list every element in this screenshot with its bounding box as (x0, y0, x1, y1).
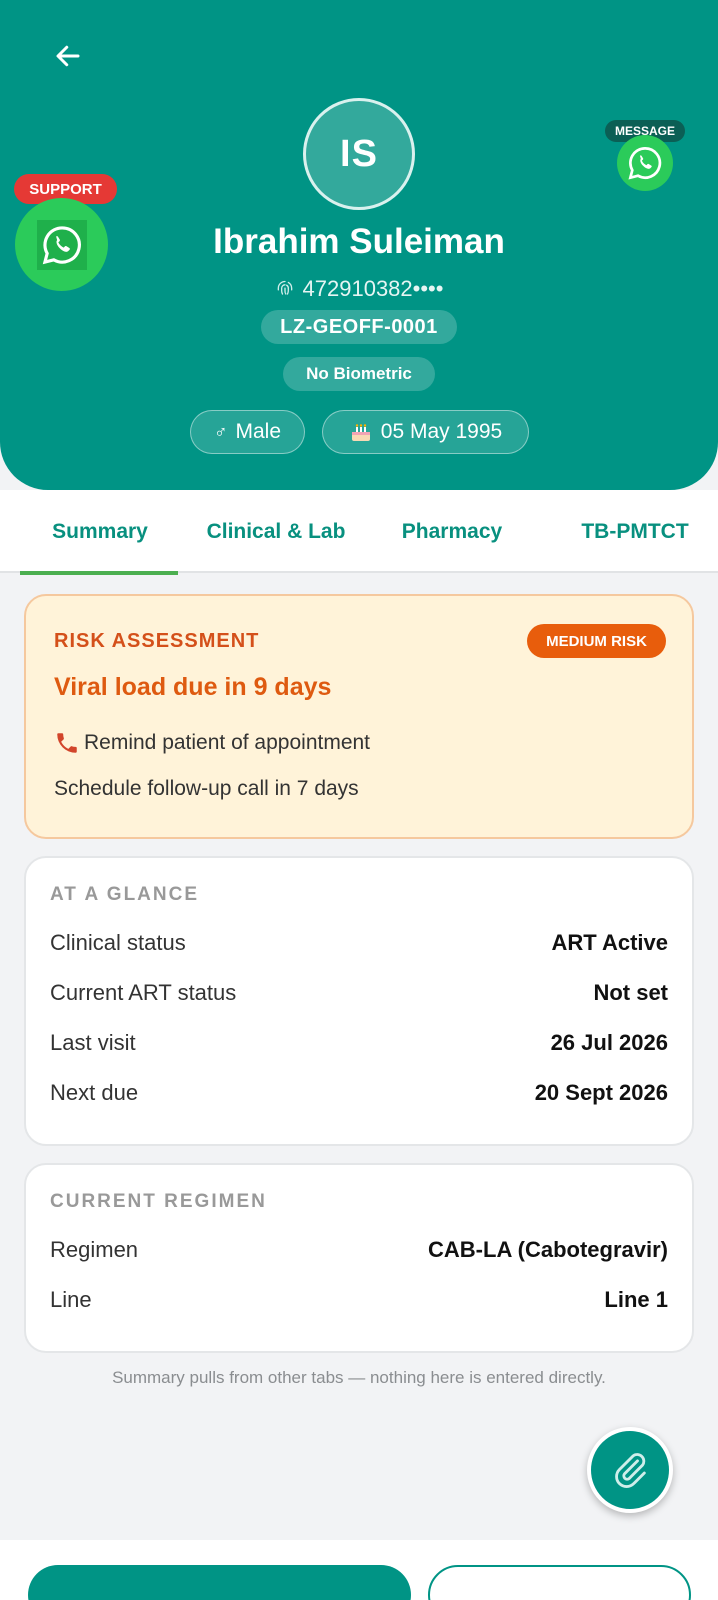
risk-action-remind: Remind patient of appointment (54, 730, 370, 756)
risk-level-badge: MEDIUM RISK (527, 624, 666, 658)
at-a-glance-card: AT A GLANCE Clinical status ART Active C… (24, 856, 694, 1146)
card-title: AT A GLANCE (50, 884, 200, 905)
dob-label: 05 May 1995 (380, 420, 503, 443)
male-icon: ♂ (213, 421, 228, 442)
tab-pharmacy[interactable]: Pharmacy (352, 490, 552, 573)
fingerprint-icon (277, 280, 292, 295)
regimen-row: Line Line 1 (50, 1287, 668, 1313)
risk-assessment-card: RISK ASSESSMENT MEDIUM RISK Viral load d… (24, 594, 694, 839)
biometric-status: No Biometric (306, 364, 412, 383)
dob-pill: 05 May 1995 (322, 410, 529, 454)
row-label: Next due (50, 1080, 139, 1105)
patient-id: 472910382•••• (302, 276, 444, 301)
current-regimen-card: CURRENT REGIMEN Regimen CAB-LA (Cabotegr… (24, 1163, 694, 1353)
back-button[interactable] (48, 36, 88, 76)
support-whatsapp-button[interactable] (15, 198, 108, 291)
risk-line1-text: Remind patient of appointment (84, 731, 371, 754)
glance-row: Clinical status ART Active (50, 930, 668, 956)
gender-label: Male (235, 420, 282, 443)
whatsapp-icon (42, 225, 81, 264)
attach-button[interactable] (587, 1427, 673, 1513)
phone-icon (57, 733, 77, 753)
cake-icon (351, 424, 370, 441)
tab-tb-pmtct[interactable]: TB-PMTCT (552, 490, 718, 573)
patient-id-row: 472910382•••• (0, 276, 718, 302)
primary-action-button[interactable] (28, 1565, 411, 1600)
row-value: ART Active (551, 930, 668, 955)
row-value: CAB-LA (Cabotegravir) (428, 1237, 668, 1262)
whatsapp-icon (628, 147, 662, 180)
row-value: Not set (593, 980, 668, 1005)
risk-title: RISK ASSESSMENT (54, 630, 260, 652)
regimen-row: Regimen CAB-LA (Cabotegravir) (50, 1237, 668, 1263)
secondary-action-button[interactable] (428, 1565, 691, 1600)
message-whatsapp-button[interactable] (617, 135, 673, 191)
row-label: Regimen (50, 1237, 139, 1262)
risk-headline: Viral load due in 9 days (54, 673, 332, 701)
row-label: Clinical status (50, 930, 186, 955)
support-icon-frame (36, 219, 87, 270)
tab-clinical-lab[interactable]: Clinical & Lab (200, 490, 352, 573)
glance-row: Next due 20 Sept 2026 (50, 1080, 668, 1106)
summary-footnote: Summary pulls from other tabs — nothing … (112, 1368, 606, 1387)
patient-code-chip: LZ-GEOFF-0001 (261, 310, 457, 344)
avatar-initials: IS (340, 132, 378, 175)
glance-row: Last visit 26 Jul 2026 (50, 1030, 668, 1056)
row-value: 20 Sept 2026 (534, 1080, 668, 1105)
gender-pill: ♂ Male (190, 410, 305, 454)
row-label: Current ART status (50, 980, 237, 1005)
biometric-chip: No Biometric (283, 357, 435, 391)
glance-row: Current ART status Not set (50, 980, 668, 1006)
row-label: Line (50, 1287, 92, 1312)
risk-action-followup: Schedule follow-up call in 7 days (54, 777, 359, 800)
row-value: Line 1 (604, 1287, 668, 1312)
avatar: IS (303, 98, 415, 210)
tab-summary[interactable]: Summary (0, 490, 200, 575)
patient-code: LZ-GEOFF-0001 (280, 315, 438, 338)
card-title: CURRENT REGIMEN (50, 1191, 267, 1212)
tab-bar: Summary Clinical & Lab Pharmacy TB-PMTCT (0, 490, 718, 575)
arrow-left-icon (56, 45, 80, 67)
row-label: Last visit (50, 1030, 136, 1055)
row-value: 26 Jul 2026 (550, 1030, 668, 1055)
paperclip-icon (615, 1453, 646, 1489)
